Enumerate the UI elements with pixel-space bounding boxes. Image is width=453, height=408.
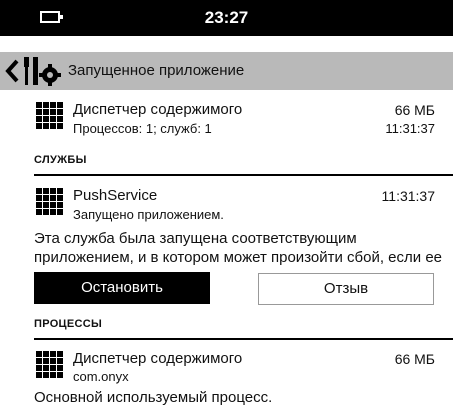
process-package: com.onyx [73, 369, 129, 384]
chevron-left-icon[interactable] [4, 58, 20, 84]
app-header: Запущенное приложение [0, 52, 453, 90]
grid-icon [36, 351, 63, 378]
app-summary-row: Диспетчер содержимого Процессов: 1; служ… [0, 96, 453, 140]
grid-icon [36, 102, 63, 129]
services-section-label: СЛУЖБЫ [34, 154, 87, 166]
service-row[interactable]: PushService Запущено приложением. 11:31:… [0, 182, 453, 226]
section-divider [34, 338, 453, 340]
page-title: Запущенное приложение [68, 62, 245, 79]
service-name: PushService [73, 187, 158, 204]
process-name: Диспетчер содержимого [73, 350, 243, 367]
app-size: 66 МБ [394, 102, 435, 118]
section-divider [34, 174, 453, 176]
grid-icon [36, 188, 63, 215]
app-name: Диспетчер содержимого [73, 101, 243, 118]
process-size: 66 МБ [394, 351, 435, 367]
stop-button[interactable]: Остановить [34, 272, 210, 304]
app-details: Процессов: 1; служб: 1 [73, 121, 212, 136]
report-button[interactable]: Отзыв [258, 273, 434, 305]
processes-section-label: ПРОЦЕССЫ [34, 318, 103, 330]
process-row[interactable]: Диспетчер содержимого com.onyx 66 МБ [0, 346, 453, 386]
process-description: Основной используемый процесс. [34, 389, 273, 406]
settings-tools-icon [24, 57, 61, 86]
app-time: 11:31:37 [385, 121, 435, 136]
status-time: 23:27 [204, 8, 249, 27]
status-bar: 23:27 [0, 0, 453, 36]
service-subtitle: Запущено приложением. [73, 207, 224, 222]
service-time: 11:31:37 [381, 188, 435, 204]
